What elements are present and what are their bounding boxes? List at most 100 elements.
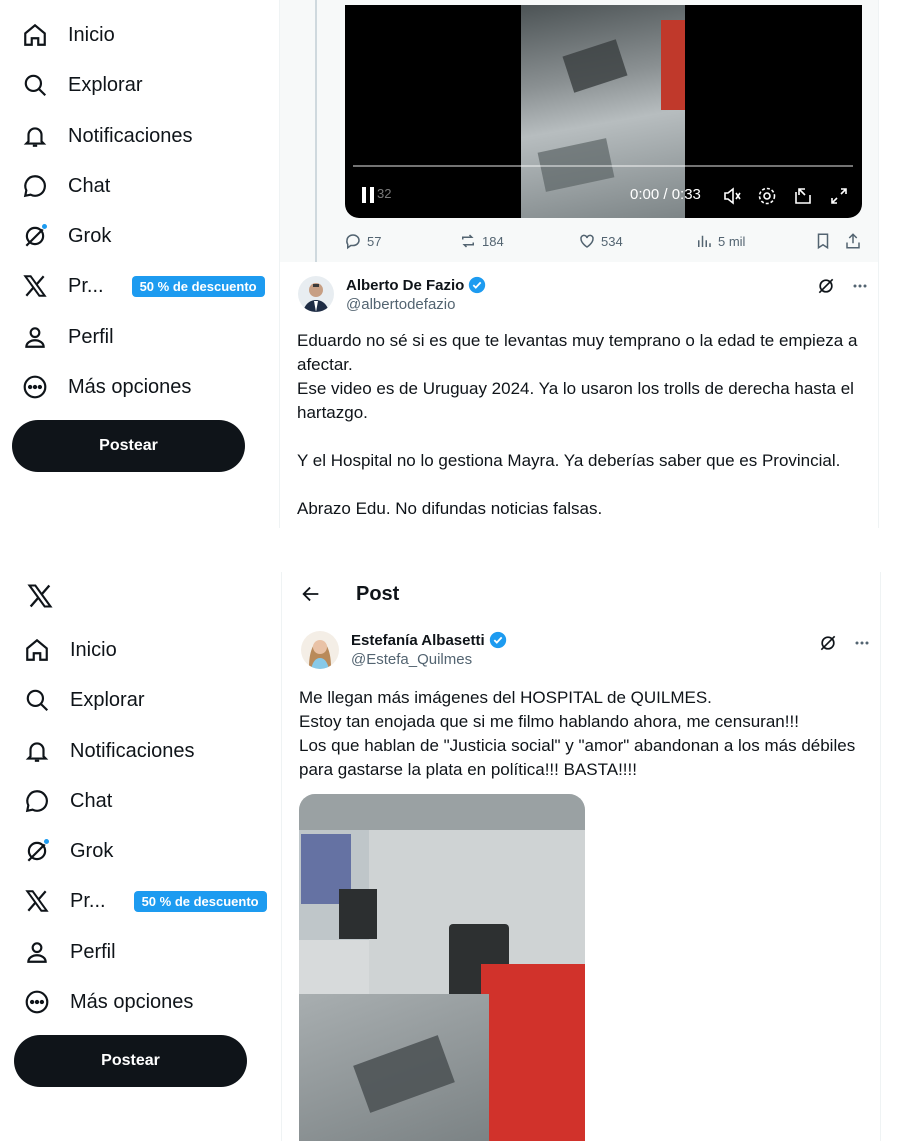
premium-promo-badge: 50 % de descuento (131, 275, 265, 297)
pip-icon[interactable] (793, 186, 813, 206)
grok-icon (22, 223, 48, 249)
chat-icon (24, 788, 50, 814)
nav-item-profile[interactable]: Perfil (22, 317, 292, 357)
bell-icon (24, 738, 50, 764)
nav-item-label: Inicio (68, 23, 115, 46)
reply-paragraph: Ese video es de Uruguay 2024. Ya lo usar… (297, 379, 854, 422)
screenshot-panel-bottom: Inicio Explorar Notificaciones Chat Grok… (0, 572, 897, 1141)
nav-item-grok[interactable]: Grok (24, 831, 294, 871)
red-bin-shape (481, 964, 585, 1141)
post-header-bar: Post (300, 582, 399, 606)
nav-item-grok[interactable]: Grok (22, 216, 292, 256)
post-line: Los que hablan de "Justicia social" y "a… (299, 736, 856, 779)
reply-paragraph: Eduardo no sé si es que te levantas muy … (297, 331, 858, 374)
video-player[interactable]: 32 0:00 / 0:33 (345, 5, 862, 218)
avatar[interactable] (301, 631, 339, 669)
nav-item-notifications[interactable]: Notificaciones (24, 731, 294, 771)
search-icon (22, 72, 48, 98)
author-name[interactable]: Alberto De Fazio (346, 277, 464, 294)
bell-icon (22, 123, 48, 149)
nav-item-label: Grok (68, 224, 112, 247)
grok-icon[interactable] (816, 276, 836, 296)
back-arrow-icon[interactable] (300, 583, 322, 605)
nav-item-label: Chat (68, 174, 111, 197)
nav-item-profile[interactable]: Perfil (24, 932, 294, 972)
nav-item-label: Más opciones (70, 990, 194, 1013)
settings-icon[interactable] (757, 186, 777, 206)
pause-icon[interactable] (359, 185, 379, 205)
nav-item-home[interactable]: Inicio (24, 630, 294, 670)
floor-mat-shape (562, 39, 628, 93)
share-icon (846, 233, 860, 249)
nav-item-more[interactable]: Más opciones (24, 982, 294, 1022)
verified-badge-icon (489, 631, 506, 649)
page-title: Post (356, 582, 400, 605)
nav-item-label: Notificaciones (70, 739, 195, 762)
home-icon (24, 637, 50, 663)
nav-item-explore[interactable]: Explorar (22, 65, 292, 105)
video-time-readout: 0:00 / 0:33 (630, 186, 701, 203)
chat-icon (22, 173, 48, 199)
nav-item-label: Pr... (68, 274, 104, 297)
reply-header-actions (816, 276, 870, 296)
video-progress-bar[interactable] (353, 165, 853, 167)
like-button[interactable]: 534 (578, 232, 623, 250)
views-icon (698, 235, 711, 247)
thread-connector-line (315, 0, 317, 262)
nav-item-label: Chat (70, 789, 113, 812)
author-name[interactable]: Estefanía Albasetti (351, 632, 485, 649)
bookmark-icon (817, 233, 829, 250)
reply-button[interactable]: 57 (344, 232, 381, 250)
post-actions-bar: 57 184 534 5 mil (344, 230, 864, 252)
repost-button[interactable]: 184 (459, 232, 504, 250)
avatar[interactable] (298, 276, 334, 312)
home-icon (22, 22, 48, 48)
nav-item-label: Explorar (68, 73, 143, 96)
nav-item-label: Perfil (70, 940, 116, 963)
post-video-thumbnail[interactable] (299, 794, 585, 1141)
mute-icon[interactable] (722, 186, 742, 206)
more-dots-icon[interactable] (850, 276, 870, 296)
more-dots-icon[interactable] (852, 633, 872, 653)
share-button[interactable] (844, 232, 862, 250)
reply-text: Eduardo no sé si es que te levantas muy … (297, 329, 867, 521)
search-icon (24, 687, 50, 713)
more-circle-icon (22, 374, 48, 400)
red-bin-shape (661, 20, 685, 110)
author-handle[interactable]: @Estefa_Quilmes (351, 651, 507, 668)
nav-item-chat[interactable]: Chat (24, 781, 294, 821)
video-time-fragment: 32 (377, 186, 392, 201)
x-logo-icon (24, 888, 50, 914)
timeline-column: 32 0:00 / 0:33 57 184 534 5 mil Alberto … (279, 0, 879, 528)
author-handle[interactable]: @albertodefazio (346, 296, 486, 313)
views-button[interactable]: 5 mil (695, 232, 745, 250)
post-button[interactable]: Postear (12, 420, 245, 472)
person-icon (24, 939, 50, 965)
repost-icon (462, 234, 474, 248)
nav-item-label: Perfil (68, 325, 114, 348)
nav-item-more[interactable]: Más opciones (22, 367, 292, 407)
reply-author: Alberto De Fazio @albertodefazio (298, 276, 486, 313)
grok-icon[interactable] (818, 633, 838, 653)
x-logo-icon[interactable] (26, 582, 54, 610)
nav-item-premium[interactable]: Pr... 50 % de descuento (24, 881, 294, 921)
post-header-actions (818, 633, 872, 653)
nav-item-home[interactable]: Inicio (22, 15, 292, 55)
nav-item-premium[interactable]: Pr... 50 % de descuento (22, 266, 292, 306)
post-button[interactable]: Postear (14, 1035, 247, 1087)
fullscreen-icon[interactable] (829, 186, 849, 206)
nav-item-notifications[interactable]: Notificaciones (22, 116, 292, 156)
nav-item-label: Inicio (70, 638, 117, 661)
post-text: Me llegan más imágenes del HOSPITAL de Q… (299, 686, 874, 782)
grok-notification-dot (41, 223, 48, 230)
like-count: 534 (601, 233, 623, 249)
bookmark-button[interactable] (814, 232, 832, 250)
nav-item-label: Explorar (70, 688, 145, 711)
nav-item-explore[interactable]: Explorar (24, 680, 294, 720)
black-bin-shape (339, 889, 377, 939)
screenshot-panel-top: Inicio Explorar Notificaciones Chat Grok… (0, 0, 897, 528)
post-detail-column: Post Estefanía Albasetti @Estefa_Quilmes… (281, 572, 881, 1141)
reply-paragraph: Abrazo Edu. No difundas noticias falsas. (297, 499, 603, 518)
nav-item-label: Más opciones (68, 375, 192, 398)
nav-item-chat[interactable]: Chat (22, 166, 292, 206)
